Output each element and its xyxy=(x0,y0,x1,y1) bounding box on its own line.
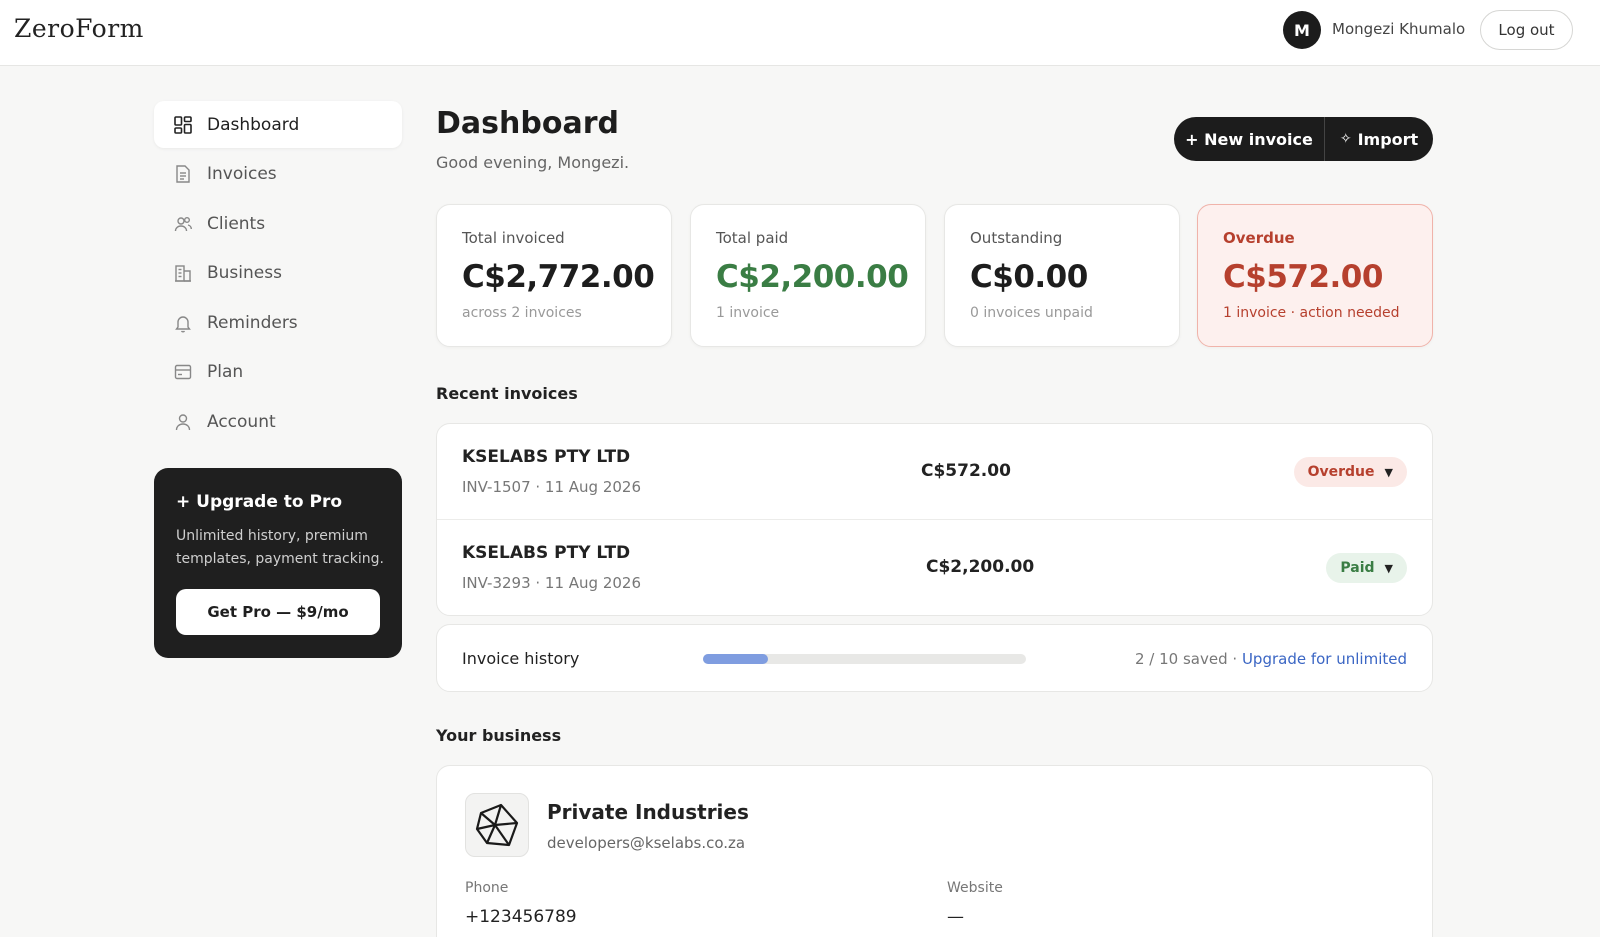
sidebar-item-label: Reminders xyxy=(207,312,298,333)
stat-card-outstanding: Outstanding C$0.00 0 invoices unpaid xyxy=(944,204,1180,347)
sidebar-item-label: Plan xyxy=(207,362,244,382)
business-card: Private Industries developers@kselabs.co… xyxy=(436,765,1433,937)
new-invoice-button[interactable]: + New invoice xyxy=(1174,117,1325,161)
invoice-amount: C$572.00 xyxy=(921,461,1011,481)
stat-value: C$572.00 xyxy=(1223,259,1383,295)
sparkle-icon: ✧ xyxy=(1339,131,1352,147)
status-dropdown[interactable]: Paid ▼ xyxy=(1326,553,1407,583)
user-name: Mongezi Khumalo xyxy=(1332,20,1466,38)
chevron-down-icon: ▼ xyxy=(1384,561,1393,575)
status-label: Paid xyxy=(1340,560,1375,576)
stat-value: C$0.00 xyxy=(970,259,1088,295)
invoice-row[interactable]: KSELABS PTY LTD INV-3293 · 11 Aug 2026 C… xyxy=(437,520,1432,615)
import-label: Import xyxy=(1357,129,1419,149)
stat-subtext: 1 invoice xyxy=(716,305,780,321)
upgrade-card: + Upgrade to Pro Unlimited history, prem… xyxy=(154,468,402,658)
business-name: Private Industries xyxy=(547,800,749,824)
sidebar-item-business[interactable]: Business xyxy=(154,250,402,297)
history-progress-fill xyxy=(703,654,768,664)
status-dropdown[interactable]: Overdue ▼ xyxy=(1293,457,1407,487)
stat-label: Outstanding xyxy=(970,229,1063,247)
avatar[interactable]: M xyxy=(1283,11,1321,49)
stat-value: C$2,772.00 xyxy=(462,259,655,295)
phone-value: +123456789 xyxy=(465,907,577,927)
invoice-history-card: Invoice history 2 / 10 saved · Upgrade f… xyxy=(436,624,1433,692)
upgrade-description: Unlimited history, premium templates, pa… xyxy=(176,528,384,567)
recent-invoices-list: KSELABS PTY LTD INV-1507 · 11 Aug 2026 C… xyxy=(436,423,1433,616)
get-pro-button[interactable]: Get Pro — $9/mo xyxy=(176,589,380,635)
app-logo[interactable]: ZeroForm xyxy=(14,14,144,43)
invoice-row[interactable]: KSELABS PTY LTD INV-1507 · 11 Aug 2026 C… xyxy=(437,424,1432,520)
bell-icon xyxy=(173,313,193,333)
status-label: Overdue xyxy=(1307,464,1375,480)
upgrade-title: + Upgrade to Pro xyxy=(176,492,343,512)
sidebar-item-label: Business xyxy=(207,263,282,283)
stat-label: Total invoiced xyxy=(462,229,565,247)
sidebar-item-dashboard[interactable]: Dashboard xyxy=(154,101,402,148)
sidebar-nav: Dashboard Invoices Clients Business Remi… xyxy=(154,101,402,448)
stat-label: Overdue xyxy=(1223,229,1295,247)
stat-subtext: 0 invoices unpaid xyxy=(970,305,1093,321)
sidebar-item-invoices[interactable]: Invoices xyxy=(154,151,402,198)
logout-button[interactable]: Log out xyxy=(1480,10,1573,50)
sidebar-item-reminders[interactable]: Reminders xyxy=(154,299,402,346)
invoice-meta: INV-1507 · 11 Aug 2026 xyxy=(462,478,642,496)
sidebar-item-label: Account xyxy=(207,411,276,432)
stat-subtext: 1 invoice · action needed xyxy=(1223,305,1400,321)
business-email: developers@kselabs.co.za xyxy=(547,834,746,852)
greeting-text: Good evening, Mongezi. xyxy=(436,153,630,172)
stat-card-overdue[interactable]: Overdue C$572.00 1 invoice · action need… xyxy=(1197,204,1433,347)
stat-subtext: across 2 invoices xyxy=(462,305,582,321)
stat-label: Total paid xyxy=(716,229,789,247)
business-logo xyxy=(465,793,529,857)
sidebar-item-account[interactable]: Account xyxy=(154,398,402,445)
website-value: — xyxy=(947,907,964,927)
recent-invoices-title: Recent invoices xyxy=(436,384,578,403)
page-title: Dashboard xyxy=(436,106,619,141)
history-status: 2 / 10 saved · Upgrade for unlimited xyxy=(1135,650,1407,668)
sidebar-item-plan[interactable]: Plan xyxy=(154,349,402,396)
upgrade-link[interactable]: Upgrade for unlimited xyxy=(1242,650,1407,668)
user-icon xyxy=(173,412,193,432)
action-button-group: + New invoice ✧ Import xyxy=(1174,117,1433,161)
card-icon xyxy=(173,362,193,382)
dashboard-icon xyxy=(173,115,193,135)
invoice-amount: C$2,200.00 xyxy=(926,557,1035,577)
invoice-client: KSELABS PTY LTD xyxy=(462,447,631,467)
sidebar-item-clients[interactable]: Clients xyxy=(154,200,402,247)
history-label: Invoice history xyxy=(462,649,580,668)
stat-card-total-invoiced: Total invoiced C$2,772.00 across 2 invoi… xyxy=(436,204,672,347)
sidebar-item-label: Clients xyxy=(207,213,266,234)
users-icon xyxy=(173,214,193,234)
phone-label: Phone xyxy=(465,880,509,896)
sidebar-item-label: Dashboard xyxy=(207,114,300,135)
stat-value: C$2,200.00 xyxy=(716,259,909,295)
building-icon xyxy=(173,263,193,283)
history-progress-bar xyxy=(703,654,1026,664)
website-label: Website xyxy=(947,880,1003,896)
top-bar: ZeroForm M Mongezi Khumalo Log out xyxy=(0,0,1600,66)
sidebar-item-label: Invoices xyxy=(207,164,277,184)
your-business-title: Your business xyxy=(436,726,562,745)
invoice-client: KSELABS PTY LTD xyxy=(462,543,631,563)
history-saved-count: 2 / 10 saved · xyxy=(1135,650,1242,668)
invoice-meta: INV-3293 · 11 Aug 2026 xyxy=(462,574,642,592)
document-icon xyxy=(173,164,193,184)
chevron-down-icon: ▼ xyxy=(1384,465,1393,479)
stat-card-total-paid: Total paid C$2,200.00 1 invoice xyxy=(690,204,926,347)
import-button[interactable]: ✧ Import xyxy=(1325,117,1433,161)
